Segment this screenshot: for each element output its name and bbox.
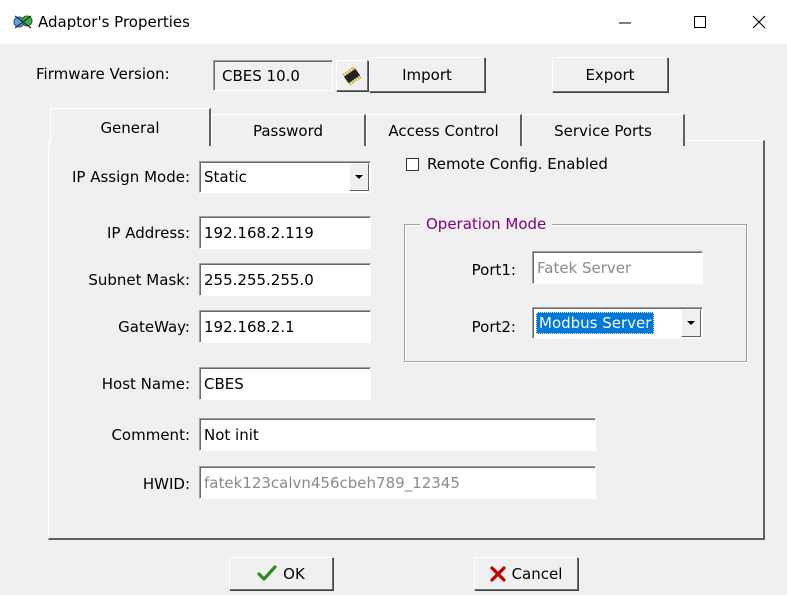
ip-assign-mode-label: IP Assign Mode: bbox=[71, 168, 190, 186]
port2-dropdown-button[interactable] bbox=[681, 309, 701, 337]
close-button[interactable] bbox=[731, 0, 787, 44]
subnet-mask-label: Subnet Mask: bbox=[88, 271, 190, 289]
close-icon bbox=[752, 15, 766, 29]
gateway-input[interactable]: 192.168.2.1 bbox=[199, 310, 371, 343]
operation-mode-title: Operation Mode bbox=[420, 215, 553, 233]
firmware-chip-button[interactable] bbox=[336, 60, 368, 91]
remote-config-label: Remote Config. Enabled bbox=[427, 155, 608, 173]
maximize-icon bbox=[694, 16, 706, 28]
hwid-field: fatek123calvn456cbeh789_12345 bbox=[199, 466, 596, 499]
tab-general[interactable]: General bbox=[50, 108, 211, 146]
comment-label: Comment: bbox=[111, 426, 190, 444]
port1-field: Fatek Server bbox=[532, 251, 703, 284]
operation-mode-group bbox=[404, 224, 747, 362]
chevron-down-icon bbox=[687, 321, 695, 325]
ok-button-label: OK bbox=[283, 564, 305, 583]
ip-address-label: IP Address: bbox=[106, 224, 190, 242]
cancel-button-label: Cancel bbox=[511, 564, 563, 583]
firmware-version-field: CBES 10.0 bbox=[213, 60, 333, 91]
port2-label: Port2: bbox=[471, 318, 516, 336]
ip-address-input[interactable]: 192.168.2.119 bbox=[199, 216, 371, 249]
tab-access-control[interactable]: Access Control bbox=[366, 114, 522, 146]
checkmark-icon bbox=[257, 564, 277, 581]
adaptor-app-icon bbox=[12, 12, 34, 32]
cancel-button[interactable]: Cancel bbox=[474, 557, 578, 590]
subnet-mask-input[interactable]: 255.255.255.0 bbox=[199, 263, 371, 296]
port2-selected-value: Modbus Server bbox=[536, 312, 655, 334]
minimize-icon bbox=[619, 22, 631, 24]
remote-config-checkbox[interactable] bbox=[406, 157, 419, 171]
tab-service-ports[interactable]: Service Ports bbox=[522, 114, 685, 146]
window-title: Adaptor's Properties bbox=[38, 13, 190, 31]
gateway-label: GateWay: bbox=[118, 318, 190, 336]
comment-input[interactable]: Not init bbox=[199, 418, 596, 451]
minimize-button[interactable] bbox=[597, 0, 653, 44]
port1-label: Port1: bbox=[471, 261, 516, 279]
ip-assign-mode-value: Static bbox=[204, 168, 247, 186]
chevron-down-icon bbox=[355, 175, 363, 179]
tab-password[interactable]: Password bbox=[211, 114, 366, 146]
maximize-button[interactable] bbox=[672, 0, 728, 44]
hwid-label: HWID: bbox=[142, 475, 190, 493]
firmware-version-label: Firmware Version: bbox=[36, 65, 170, 83]
chip-icon bbox=[342, 66, 362, 85]
host-name-label: Host Name: bbox=[101, 375, 190, 393]
ok-button[interactable]: OK bbox=[229, 557, 333, 590]
ip-assign-dropdown-button[interactable] bbox=[349, 163, 369, 191]
cancel-x-icon bbox=[489, 565, 506, 582]
export-button[interactable]: Export bbox=[552, 57, 668, 92]
ip-assign-mode-select[interactable]: Static bbox=[199, 161, 371, 193]
remote-config-checkbox-row[interactable]: Remote Config. Enabled bbox=[406, 155, 608, 173]
port2-select[interactable]: Modbus Server bbox=[532, 307, 703, 339]
host-name-input[interactable]: CBES bbox=[199, 367, 371, 400]
import-button[interactable]: Import bbox=[369, 57, 485, 92]
